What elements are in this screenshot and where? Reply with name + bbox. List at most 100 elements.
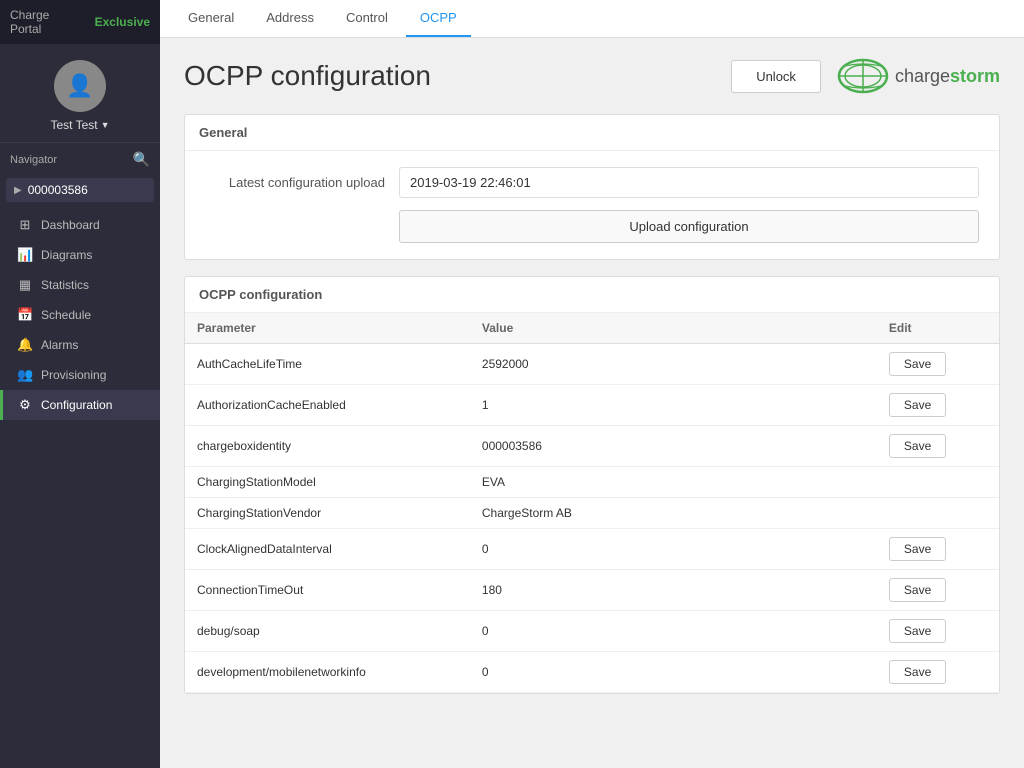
table-row: AuthCacheLifeTime2592000Save xyxy=(185,344,999,385)
table-row: ChargingStationModelEVA xyxy=(185,467,999,498)
user-profile-section: 👤 Test Test ▼ xyxy=(0,44,160,143)
value-cell: 1 xyxy=(470,385,877,426)
expand-icon: ▶ xyxy=(14,185,22,196)
sidebar-header: Charge Portal Exclusive xyxy=(0,0,160,44)
schedule-icon: 📅 xyxy=(17,307,33,323)
sidebar-item-configuration[interactable]: ⚙ Configuration xyxy=(0,390,160,420)
edit-cell xyxy=(877,467,999,498)
value-cell: 0 xyxy=(470,611,877,652)
value-cell: 0 xyxy=(470,529,877,570)
sidebar-item-label: Dashboard xyxy=(41,218,100,232)
top-tabs: General Address Control OCPP xyxy=(160,0,1024,38)
param-cell: endpoint xyxy=(185,693,470,694)
tab-general[interactable]: General xyxy=(174,0,248,37)
search-icon[interactable]: 🔍 xyxy=(133,151,150,168)
param-cell: development/mobilenetworkinfo xyxy=(185,652,470,693)
caret-icon: ▼ xyxy=(101,120,110,130)
sidebar-item-statistics[interactable]: ▦ Statistics xyxy=(0,270,160,300)
value-cell: 0 xyxy=(470,652,877,693)
save-button[interactable]: Save xyxy=(889,578,946,602)
sidebar-item-alarms[interactable]: 🔔 Alarms xyxy=(0,330,160,360)
table-row: endpointwss://www.oamportal.com/Ocpp/web… xyxy=(185,693,999,694)
table-row: ChargingStationVendorChargeStorm AB xyxy=(185,498,999,529)
edit-cell: Save xyxy=(877,344,999,385)
upload-row: Latest configuration upload xyxy=(205,167,979,198)
col-header-param: Parameter xyxy=(185,313,470,344)
upload-label: Latest configuration upload xyxy=(205,175,385,190)
device-id-label: 000003586 xyxy=(28,183,88,197)
param-cell: ChargingStationModel xyxy=(185,467,470,498)
sidebar-item-dashboard[interactable]: ⊞ Dashboard xyxy=(0,210,160,240)
sidebar: Charge Portal Exclusive 👤 Test Test ▼ Na… xyxy=(0,0,160,768)
save-button[interactable]: Save xyxy=(889,619,946,643)
header-right: Unlock chargestorm xyxy=(731,58,1000,94)
table-head: Parameter Value Edit xyxy=(185,313,999,344)
save-button[interactable]: Save xyxy=(889,393,946,417)
table-row: ClockAlignedDataInterval0 Save xyxy=(185,529,999,570)
value-cell: 180 xyxy=(470,570,877,611)
navigator-bar: Navigator 🔍 xyxy=(0,143,160,176)
save-button[interactable]: Save xyxy=(889,537,946,561)
param-cell: chargeboxidentity xyxy=(185,426,470,467)
username-display[interactable]: Test Test ▼ xyxy=(50,118,109,132)
tab-address[interactable]: Address xyxy=(252,0,328,37)
table-row: chargeboxidentity000003586Save xyxy=(185,426,999,467)
page-header: OCPP configuration Unlock chargestorm xyxy=(184,58,1000,94)
table-header-row: Parameter Value Edit xyxy=(185,313,999,344)
value-cell: ChargeStorm AB xyxy=(470,498,877,529)
logo-text: chargestorm xyxy=(895,66,1000,87)
general-card: General Latest configuration upload Uplo… xyxy=(184,114,1000,260)
table-scroll-inner[interactable]: Parameter Value Edit AuthCacheLifeTime25… xyxy=(185,313,999,693)
table-row: debug/soap0 Save xyxy=(185,611,999,652)
param-cell: AuthCacheLifeTime xyxy=(185,344,470,385)
brand-highlight: Exclusive xyxy=(95,15,150,29)
chargestorm-logo-icon xyxy=(837,58,889,94)
sidebar-item-label: Configuration xyxy=(41,398,112,412)
edit-cell: Save xyxy=(877,611,999,652)
ocpp-config-card: OCPP configuration Parameter Value Edit … xyxy=(184,276,1000,694)
edit-cell: Save xyxy=(877,529,999,570)
tab-control[interactable]: Control xyxy=(332,0,402,37)
edit-cell: Save xyxy=(877,426,999,467)
sidebar-nav: ⊞ Dashboard 📊 Diagrams ▦ Statistics 📅 Sc… xyxy=(0,210,160,420)
sidebar-item-label: Statistics xyxy=(41,278,89,292)
avatar: 👤 xyxy=(54,60,106,112)
unlock-button[interactable]: Unlock xyxy=(731,60,821,93)
ocpp-table-body: AuthCacheLifeTime2592000SaveAuthorizatio… xyxy=(185,344,999,694)
param-cell: ClockAlignedDataInterval xyxy=(185,529,470,570)
sidebar-item-label: Provisioning xyxy=(41,368,106,382)
provisioning-icon: 👥 xyxy=(17,367,33,383)
device-item[interactable]: ▶ 000003586 xyxy=(6,178,154,202)
edit-cell: Save xyxy=(877,652,999,693)
upload-value-input[interactable] xyxy=(399,167,979,198)
configuration-icon: ⚙ xyxy=(17,397,33,413)
value-cell: EVA xyxy=(470,467,877,498)
table-scroll-wrap: Parameter Value Edit AuthCacheLifeTime25… xyxy=(185,313,999,693)
tab-ocpp[interactable]: OCPP xyxy=(406,0,471,37)
save-button[interactable]: Save xyxy=(889,434,946,458)
content-area: OCPP configuration Unlock chargestorm xyxy=(160,38,1024,768)
ocpp-config-header: OCPP configuration xyxy=(185,277,999,313)
param-cell: debug/soap xyxy=(185,611,470,652)
table-row: development/mobilenetworkinfo0 Save xyxy=(185,652,999,693)
sidebar-item-schedule[interactable]: 📅 Schedule xyxy=(0,300,160,330)
alarms-icon: 🔔 xyxy=(17,337,33,353)
ocpp-table: Parameter Value Edit AuthCacheLifeTime25… xyxy=(185,313,999,693)
save-button[interactable]: Save xyxy=(889,660,946,684)
save-button[interactable]: Save xyxy=(889,352,946,376)
col-header-edit: Edit xyxy=(877,313,999,344)
sidebar-item-diagrams[interactable]: 📊 Diagrams xyxy=(0,240,160,270)
page-title: OCPP configuration xyxy=(184,60,431,92)
main-content: General Address Control OCPP OCPP config… xyxy=(160,0,1024,768)
sidebar-item-label: Diagrams xyxy=(41,248,92,262)
col-header-value: Value xyxy=(470,313,877,344)
upload-configuration-button[interactable]: Upload configuration xyxy=(399,210,979,243)
diagrams-icon: 📊 xyxy=(17,247,33,263)
sidebar-item-provisioning[interactable]: 👥 Provisioning xyxy=(0,360,160,390)
edit-cell: Save xyxy=(877,570,999,611)
value-cell: wss://www.oamportal.com/Ocpp/websocket xyxy=(470,693,877,694)
logo-area: chargestorm xyxy=(837,58,1000,94)
table-row: AuthorizationCacheEnabled1Save xyxy=(185,385,999,426)
general-card-header: General xyxy=(185,115,999,151)
table-row: ConnectionTimeOut180Save xyxy=(185,570,999,611)
